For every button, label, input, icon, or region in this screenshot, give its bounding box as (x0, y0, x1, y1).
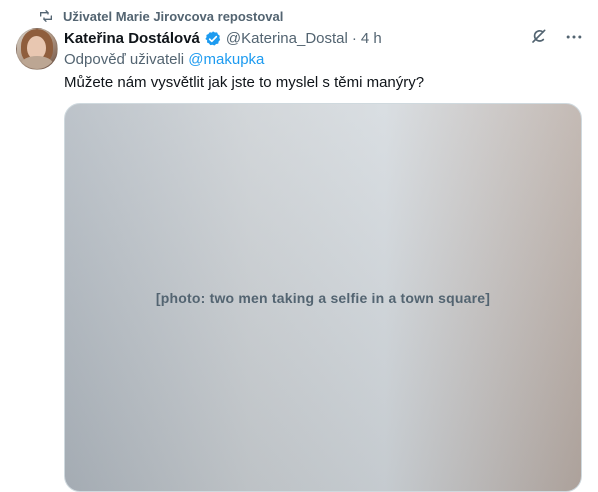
more-icon-svg (566, 35, 582, 39)
reply-prefix: Odpověď uživateli (64, 51, 189, 68)
tweet-photo[interactable]: [photo: two men taking a selfie in a tow… (64, 103, 582, 492)
top-actions (528, 27, 584, 47)
more-icon[interactable] (564, 27, 584, 47)
meta-separator: · (351, 30, 357, 47)
repost-icon-svg (40, 10, 52, 22)
author-name[interactable]: Kateřina Dostálová (64, 29, 200, 49)
tweet-text: Můžete nám vysvětlit jak jste to myslel … (64, 74, 425, 91)
author-handle[interactable]: @Katerina_Dostal (226, 29, 348, 49)
verified-badge-icon (204, 30, 222, 48)
post-time[interactable]: 4 h (361, 29, 382, 49)
repost-text: Uživatel Marie Jirovcova repostoval (63, 8, 284, 24)
repost-context: Uživatel Marie Jirovcova repostoval (37, 7, 283, 25)
reply-context: Odpověď uživateli @makupka (64, 50, 264, 70)
verified-badge-svg (205, 31, 221, 46)
grok-icon-svg (532, 29, 546, 43)
avatar-shirt-shape (21, 56, 53, 69)
author-avatar[interactable] (16, 28, 58, 70)
repost-icon (37, 7, 55, 25)
reply-mention-link[interactable]: @makupka (188, 51, 264, 68)
photo-placeholder: [photo: two men taking a selfie in a tow… (65, 104, 581, 491)
tweet-header: Kateřina Dostálová @Katerina_Dostal · 4 … (64, 27, 584, 51)
grok-icon[interactable] (528, 27, 548, 47)
